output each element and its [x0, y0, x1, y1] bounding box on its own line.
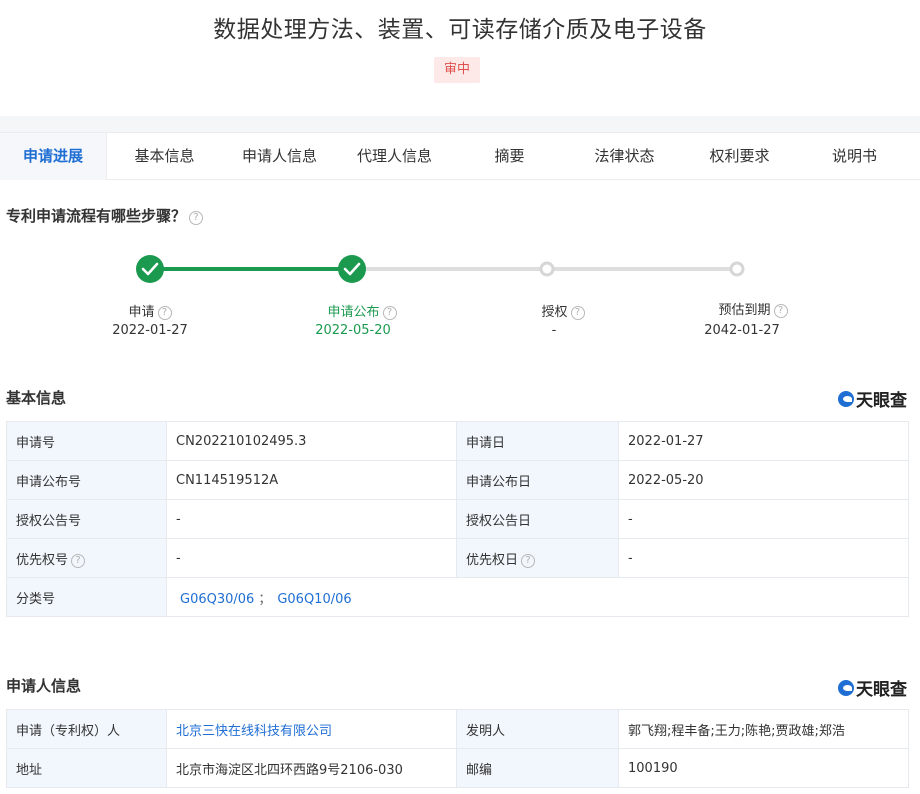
cell-value: 2022-01-27	[618, 421, 909, 461]
step-4-pending-dot	[729, 261, 745, 277]
step-2-check-icon	[338, 255, 366, 283]
cell-value: 北京市海淀区北四环西路9号2106-030	[166, 748, 457, 788]
tab-description[interactable]: 说明书	[797, 133, 912, 180]
cell-value: -	[618, 499, 909, 539]
cell-value: 2022-05-20	[618, 460, 909, 500]
cell-key: 分类号	[6, 577, 167, 617]
table-row: 申请号 CN202210102495.3 申请日 2022-01-27	[6, 421, 909, 461]
class-code-link[interactable]: G06Q10/06	[277, 592, 351, 607]
applicant-link[interactable]: 北京三快在线科技有限公司	[176, 724, 332, 739]
cell-key: 发明人	[456, 709, 619, 749]
tab-legal-status[interactable]: 法律状态	[567, 133, 682, 180]
cell-value: 北京三快在线科技有限公司	[166, 709, 457, 749]
cell-value: -	[166, 538, 457, 578]
basic-info-title: 基本信息	[6, 389, 67, 407]
cell-key: 优先权日?	[456, 538, 619, 578]
patent-title: 数据处理方法、装置、可读存储介质及电子设备	[213, 17, 707, 43]
class-code-link[interactable]: G06Q30/06	[180, 592, 254, 607]
step-3-label: 授权?	[503, 301, 623, 320]
cell-value: CN114519512A	[166, 460, 457, 500]
tab-bar: 申请进展 基本信息 申请人信息 代理人信息 摘要 法律状态 权利要求 说明书	[0, 132, 920, 180]
cell-key: 授权公告日	[456, 499, 619, 539]
help-icon[interactable]: ?	[71, 553, 86, 568]
brand-logo[interactable]: 天眼查	[838, 386, 907, 411]
brand-icon	[838, 679, 854, 696]
brand-text: 天眼查	[856, 391, 907, 411]
cell-key: 申请日	[456, 421, 619, 461]
table-row: 申请公布号 CN114519512A 申请公布日 2022-05-20	[6, 460, 909, 500]
cell-key: 优先权号?	[6, 538, 167, 578]
table-row: 申请（专利权）人 北京三快在线科技有限公司 发明人 郭飞翔;程丰备;王力;陈艳;…	[6, 709, 909, 749]
tab-progress[interactable]: 申请进展	[0, 133, 107, 180]
status-badge: 审中	[434, 57, 480, 83]
cell-value: -	[618, 538, 909, 578]
help-icon[interactable]: ?	[189, 211, 204, 225]
cell-key: 申请（专利权）人	[6, 709, 167, 749]
brand-logo[interactable]: 天眼查	[838, 675, 907, 700]
table-row: 地址 北京市海淀区北四环西路9号2106-030 邮编 100190	[6, 748, 909, 788]
cell-key: 地址	[6, 748, 167, 788]
table-row: 分类号 G06Q30/06 ； G06Q10/06	[6, 577, 909, 617]
step-4-date: 2042-01-27	[704, 323, 780, 338]
cell-value: CN202210102495.3	[166, 421, 457, 461]
table-row: 优先权号? - 优先权日? -	[6, 538, 909, 578]
help-icon[interactable]: ?	[157, 306, 172, 320]
help-icon[interactable]: ?	[570, 306, 585, 320]
help-icon[interactable]: ?	[773, 304, 788, 318]
section-divider	[0, 116, 920, 132]
step-3-pending-dot	[539, 261, 555, 277]
step-2-date: 2022-05-20	[315, 323, 391, 338]
cell-key: 授权公告号	[6, 499, 167, 539]
step-3-date: -	[551, 323, 557, 338]
step-1-label: 申请?	[90, 301, 210, 320]
applicant-info-table: 申请（专利权）人 北京三快在线科技有限公司 发明人 郭飞翔;程丰备;王力;陈艳;…	[6, 709, 909, 788]
process-question-text: 专利申请流程有哪些步骤？	[6, 207, 187, 225]
tab-applicant-info[interactable]: 申请人信息	[222, 133, 337, 180]
separator: ；	[258, 591, 272, 607]
brand-text: 天眼查	[856, 680, 907, 700]
cell-key: 申请公布日	[456, 460, 619, 500]
table-row: 授权公告号 - 授权公告日 -	[6, 499, 909, 539]
step-2-label: 申请公布?	[302, 301, 422, 320]
basic-info-table: 申请号 CN202210102495.3 申请日 2022-01-27 申请公布…	[6, 421, 909, 617]
step-1-check-icon	[136, 255, 164, 283]
step-4-label: 预估到期?	[693, 299, 813, 318]
tab-claims[interactable]: 权利要求	[682, 133, 797, 180]
applicant-info-title: 申请人信息	[6, 677, 82, 695]
cell-value: 郭飞翔;程丰备;王力;陈艳;贾政雄;郑浩	[618, 709, 909, 749]
cell-value: 100190	[618, 748, 909, 788]
cell-key: 申请公布号	[6, 460, 167, 500]
tab-agent-info[interactable]: 代理人信息	[337, 133, 452, 180]
tab-basic-info[interactable]: 基本信息	[107, 133, 222, 180]
process-question: 专利申请流程有哪些步骤？?	[6, 205, 204, 226]
classification-codes: G06Q30/06 ； G06Q10/06	[166, 577, 909, 617]
help-icon[interactable]: ?	[382, 306, 397, 320]
step-1-date: 2022-01-27	[112, 323, 188, 338]
cell-value: -	[166, 499, 457, 539]
brand-icon	[838, 390, 854, 407]
tab-abstract[interactable]: 摘要	[452, 133, 567, 180]
help-icon[interactable]: ?	[521, 553, 536, 568]
cell-key: 申请号	[6, 421, 167, 461]
cell-key: 邮编	[456, 748, 619, 788]
